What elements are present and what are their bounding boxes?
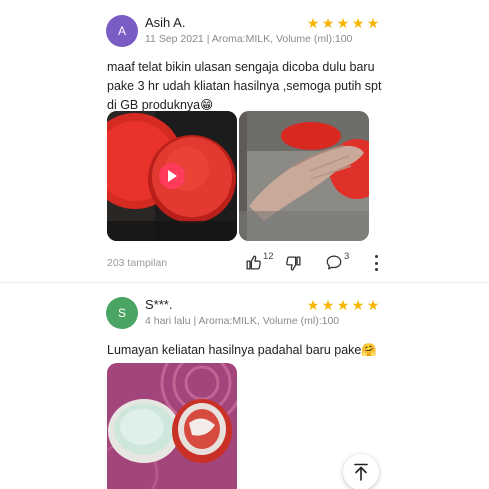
play-icon[interactable]: [159, 163, 185, 189]
avatar-letter: A: [117, 24, 126, 38]
like-count: 12: [263, 251, 274, 262]
comment-count: 3: [344, 251, 350, 262]
more-vert-icon[interactable]: [370, 255, 382, 271]
review-card: A Asih A. 11 Sep 2021 | Aroma:MILK, Volu…: [0, 0, 489, 282]
review-photo[interactable]: [107, 363, 237, 489]
star-icon: ★: [336, 297, 350, 313]
star-rating: ★ ★ ★ ★ ★: [306, 16, 380, 30]
star-icon: ★: [351, 15, 365, 31]
review-photo[interactable]: [239, 111, 369, 241]
star-icon: ★: [366, 15, 380, 31]
reviewer-name: Asih A.: [145, 15, 186, 30]
thumbs-up-icon: [246, 255, 261, 270]
star-icon: ★: [351, 297, 365, 313]
star-icon: ★: [321, 297, 335, 313]
scroll-to-top-button[interactable]: [343, 454, 379, 489]
view-count: 203 tampilan: [107, 257, 168, 269]
video-thumbnail[interactable]: [107, 111, 237, 241]
like-button[interactable]: 12: [245, 251, 274, 271]
star-icon: ★: [306, 297, 320, 313]
avatar[interactable]: A: [106, 15, 138, 47]
arrow-up-icon: [354, 463, 368, 481]
avatar[interactable]: S: [106, 297, 138, 329]
star-rating: ★ ★ ★ ★ ★: [306, 298, 380, 312]
review-meta: 11 Sep 2021 | Aroma:MILK, Volume (ml):10…: [145, 33, 353, 45]
comment-button[interactable]: 3: [325, 251, 350, 271]
review-text: maaf telat bikin ulasan sengaja dicoba d…: [107, 60, 382, 112]
star-icon: ★: [366, 297, 380, 313]
review-photo-image: [107, 363, 237, 489]
star-icon: ★: [321, 15, 335, 31]
reviewer-name: S***.: [145, 297, 173, 312]
dislike-button[interactable]: [285, 255, 302, 272]
thumbs-down-icon: [286, 256, 301, 271]
star-icon: ★: [336, 15, 350, 31]
review-meta: 4 hari lalu | Aroma:MILK, Volume (ml):10…: [145, 315, 340, 327]
review-card: S S***. 4 hari lalu | Aroma:MILK, Volume…: [0, 282, 489, 489]
review-photo-image: [239, 111, 369, 241]
star-icon: ★: [306, 15, 320, 31]
comment-icon: [326, 255, 342, 270]
avatar-letter: S: [117, 306, 126, 320]
review-text: Lumayan keliatan hasilnya padahal baru p…: [107, 343, 377, 357]
